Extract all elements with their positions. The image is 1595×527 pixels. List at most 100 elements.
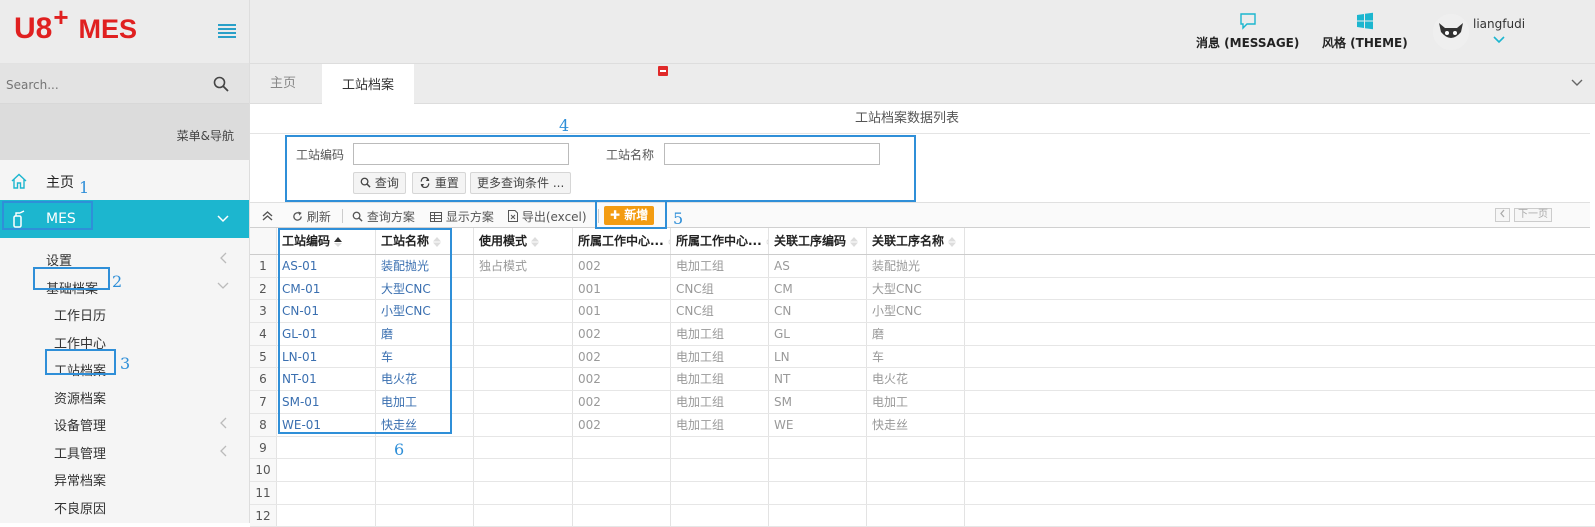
- sidebar-item-basic-archive[interactable]: 基础档案: [0, 272, 249, 300]
- table-row[interactable]: 3 CN-01 小型CNC 001 CNC组 CN 小型CNC: [250, 300, 1595, 324]
- table-row[interactable]: 9: [250, 436, 1595, 460]
- column-header[interactable]: 工站编码: [277, 228, 376, 254]
- annotation-number-2: 2: [112, 272, 123, 291]
- sidebar-item-settings[interactable]: 设置: [0, 244, 249, 272]
- table-cell[interactable]: AS-01: [277, 255, 376, 277]
- message-button[interactable]: 消息 (MESSAGE): [1196, 12, 1299, 51]
- row-number: 1: [250, 255, 277, 277]
- column-header[interactable]: 关联工序编码: [769, 228, 867, 254]
- prev-page-button[interactable]: [1495, 208, 1510, 222]
- column-header-label: 工站名称: [381, 234, 430, 248]
- grid-body: 1 AS-01 装配抛光 独占模式 002 电加工组 AS 装配抛光 2 CM-01 大型CNC 00…: [250, 255, 1595, 527]
- sidebar-item-equipment[interactable]: 设备管理: [0, 409, 249, 437]
- menu-toggle-icon[interactable]: [218, 24, 236, 38]
- table-cell[interactable]: 快走丝: [376, 413, 474, 436]
- sort-icon[interactable]: [948, 236, 957, 247]
- display-scheme-button[interactable]: 显示方案: [430, 208, 494, 225]
- table-row[interactable]: 12: [250, 504, 1595, 527]
- table-row[interactable]: 1 AS-01 装配抛光 独占模式 002 电加工组 AS 装配抛光: [250, 255, 1595, 278]
- table-cell: [474, 459, 573, 481]
- table-row[interactable]: 7 SM-01 电加工 002 电加工组 SM 电加工: [250, 391, 1595, 414]
- table-cell[interactable]: 电加工: [376, 391, 474, 413]
- table-cell: SM: [769, 391, 867, 413]
- tab-home[interactable]: 主页: [250, 64, 316, 104]
- collapse-up-icon[interactable]: [262, 210, 273, 222]
- table-cell: 002: [573, 345, 671, 368]
- next-page-button[interactable]: 下一页: [1514, 208, 1552, 222]
- refresh-button[interactable]: 刷新: [292, 208, 331, 225]
- table-cell[interactable]: GL-01: [277, 323, 376, 345]
- annotation-number-6: 6: [394, 440, 405, 459]
- column-header[interactable]: 关联工序名称: [867, 228, 965, 254]
- table-row[interactable]: 8 WE-01 快走丝 002 电加工组 WE 快走丝: [250, 413, 1595, 437]
- reset-button[interactable]: 重置: [412, 172, 466, 194]
- annotation-number-1: 1: [79, 178, 90, 197]
- search-input[interactable]: [6, 75, 206, 95]
- table-cell[interactable]: 电火花: [376, 368, 474, 391]
- column-header[interactable]: 所属工作中心...: [671, 228, 769, 254]
- name-input[interactable]: [664, 143, 880, 165]
- table-cell: 装配抛光: [867, 255, 965, 277]
- search-icon[interactable]: [213, 76, 229, 92]
- chevron-down-icon[interactable]: [1571, 78, 1583, 88]
- table-cell[interactable]: 磨: [376, 323, 474, 345]
- table-row[interactable]: 11: [250, 481, 1595, 505]
- tab-workstation[interactable]: 工站档案: [322, 64, 415, 104]
- row-number: 9: [250, 436, 277, 459]
- sort-asc-icon[interactable]: [334, 236, 343, 247]
- code-input[interactable]: [353, 143, 569, 165]
- sidebar-item-exception[interactable]: 异常档案: [0, 464, 249, 492]
- more-conditions-button[interactable]: 更多查询条件 ...: [470, 172, 572, 194]
- table-cell: [376, 436, 474, 459]
- export-button[interactable]: 导出(excel): [508, 208, 587, 225]
- column-header[interactable]: 工站名称: [376, 228, 474, 254]
- table-row[interactable]: 6 NT-01 电火花 002 电加工组 NT 电火花: [250, 368, 1595, 392]
- sort-icon[interactable]: [433, 236, 442, 247]
- column-header[interactable]: 使用模式: [474, 228, 573, 254]
- query-scheme-button[interactable]: 查询方案: [352, 208, 415, 225]
- logo[interactable]: U8+ MES: [14, 2, 137, 46]
- table-cell[interactable]: CN-01: [277, 300, 376, 323]
- table-cell[interactable]: CM-01: [277, 277, 376, 300]
- table-cell[interactable]: SM-01: [277, 391, 376, 413]
- search-button[interactable]: 查询: [353, 172, 406, 194]
- sidebar-item-label: 工作中心: [54, 336, 107, 352]
- table-cell: WE: [769, 413, 867, 436]
- table-cell: 002: [573, 413, 671, 436]
- sidebar-item-defect-reason[interactable]: 不良原因: [0, 492, 249, 520]
- table-cell: AS: [769, 255, 867, 277]
- theme-button[interactable]: 风格 (THEME): [1322, 12, 1408, 51]
- sidebar-item-tools[interactable]: 工具管理: [0, 437, 249, 465]
- home-icon: [11, 173, 27, 189]
- sidebar-item-resource[interactable]: 资源档案: [0, 382, 249, 410]
- table-cell[interactable]: WE-01: [277, 413, 376, 436]
- table-cell: [573, 459, 671, 481]
- annotation-number-5: 5: [673, 209, 684, 228]
- table-cell[interactable]: 大型CNC: [376, 277, 474, 300]
- annotation-number-4: 4: [559, 116, 570, 135]
- table-row[interactable]: 5 LN-01 车 002 电加工组 LN 车: [250, 345, 1595, 369]
- column-header[interactable]: 所属工作中心...: [573, 228, 671, 254]
- sort-icon[interactable]: [531, 236, 540, 247]
- table-cell[interactable]: 装配抛光: [376, 255, 474, 277]
- table-row[interactable]: 10: [250, 459, 1595, 482]
- sidebar-item-work-center[interactable]: 工作中心: [0, 327, 249, 355]
- sidebar-item-work-calendar[interactable]: 工作日历: [0, 299, 249, 327]
- logo-u8: U8: [14, 12, 53, 45]
- sidebar-item-home[interactable]: 主页: [0, 162, 249, 200]
- table-row[interactable]: 4 GL-01 磨 002 电加工组 GL 磨: [250, 323, 1595, 346]
- refresh-icon: [293, 211, 302, 221]
- table-cell: [474, 300, 573, 323]
- close-tab-icon[interactable]: [658, 66, 668, 76]
- table-row[interactable]: 2 CM-01 大型CNC 001 CNC组 CM 大型CNC: [250, 277, 1595, 301]
- add-button[interactable]: ✚ 新增: [604, 206, 655, 225]
- table-cell[interactable]: NT-01: [277, 368, 376, 391]
- chevron-down-icon[interactable]: [1493, 36, 1505, 44]
- sort-icon[interactable]: [850, 236, 859, 247]
- table-cell[interactable]: 小型CNC: [376, 300, 474, 323]
- table-cell[interactable]: LN-01: [277, 345, 376, 368]
- excel-file-icon: [508, 210, 518, 222]
- sidebar-item-mes[interactable]: MES: [0, 200, 249, 238]
- table-cell: LN: [769, 345, 867, 368]
- table-cell[interactable]: 车: [376, 345, 474, 368]
